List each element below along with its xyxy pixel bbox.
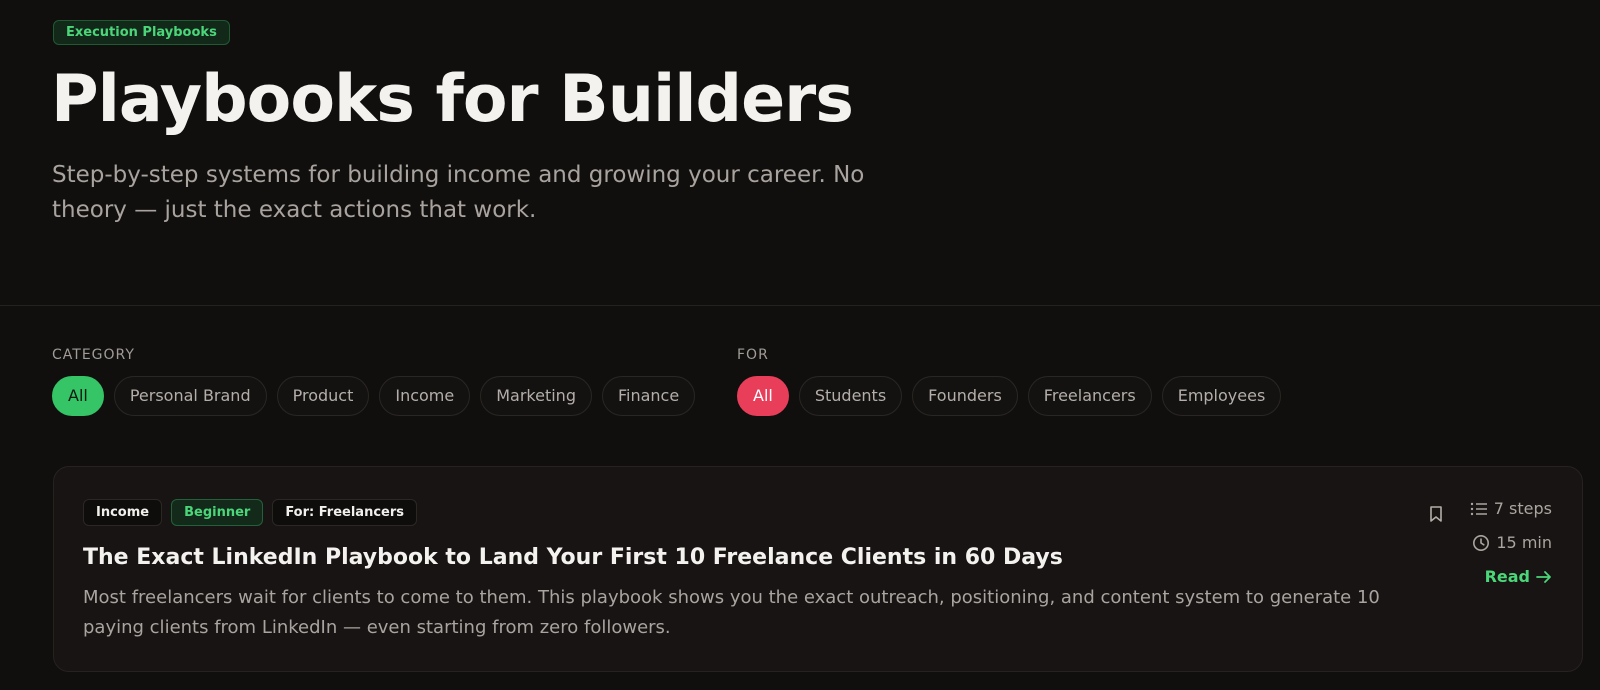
audience-chip-students[interactable]: Students bbox=[798, 376, 903, 416]
category-chip-income[interactable]: Income bbox=[379, 376, 471, 416]
read-link-label: Read bbox=[1484, 567, 1530, 586]
page-title: Playbooks for Builders bbox=[51, 62, 854, 137]
playbook-title[interactable]: The Exact LinkedIn Playbook to Land Your… bbox=[83, 542, 1063, 574]
audience-chip-freelancers[interactable]: Freelancers bbox=[1027, 376, 1152, 416]
category-chip-product[interactable]: Product bbox=[276, 376, 370, 416]
audience-chip-employees[interactable]: Employees bbox=[1161, 376, 1282, 416]
category-filter-group: All Personal Brand Product Income Market… bbox=[52, 376, 696, 416]
page-subtitle: Step-by-step systems for building income… bbox=[52, 162, 865, 223]
steps-count: 7 steps bbox=[1470, 499, 1552, 518]
category-chip-all[interactable]: All bbox=[52, 376, 104, 416]
category-chip-personal-brand[interactable]: Personal Brand bbox=[113, 376, 267, 416]
arrow-right-icon bbox=[1536, 570, 1551, 583]
list-icon bbox=[1470, 502, 1487, 515]
read-time: 15 min bbox=[1472, 533, 1552, 552]
eyebrow-badge: Execution Playbooks bbox=[53, 20, 230, 45]
audience-filter-group: All Students Founders Freelancers Employ… bbox=[737, 376, 1282, 416]
read-time-label: 15 min bbox=[1496, 533, 1552, 552]
steps-label: 7 steps bbox=[1493, 499, 1552, 518]
audience-filter-label: FOR bbox=[737, 347, 769, 363]
playbook-tags: Income Beginner For: Freelancers bbox=[83, 499, 417, 526]
level-tag: Beginner bbox=[171, 499, 264, 526]
audience-chip-all[interactable]: All bbox=[737, 376, 789, 416]
hero-section: Execution Playbooks Playbooks for Builde… bbox=[0, 0, 1600, 306]
playbook-description: Most freelancers wait for clients to com… bbox=[83, 587, 1380, 638]
clock-icon bbox=[1473, 534, 1490, 551]
audience-tag: For: Freelancers bbox=[272, 499, 417, 526]
category-chip-finance[interactable]: Finance bbox=[601, 376, 696, 416]
playbook-card[interactable]: Income Beginner For: Freelancers The Exa… bbox=[53, 466, 1583, 672]
category-filter-label: CATEGORY bbox=[52, 347, 135, 363]
category-chip-marketing[interactable]: Marketing bbox=[480, 376, 592, 416]
bookmark-icon[interactable] bbox=[1426, 504, 1446, 524]
read-link[interactable]: Read bbox=[1485, 567, 1552, 586]
audience-chip-founders[interactable]: Founders bbox=[912, 376, 1018, 416]
category-tag: Income bbox=[83, 499, 163, 526]
